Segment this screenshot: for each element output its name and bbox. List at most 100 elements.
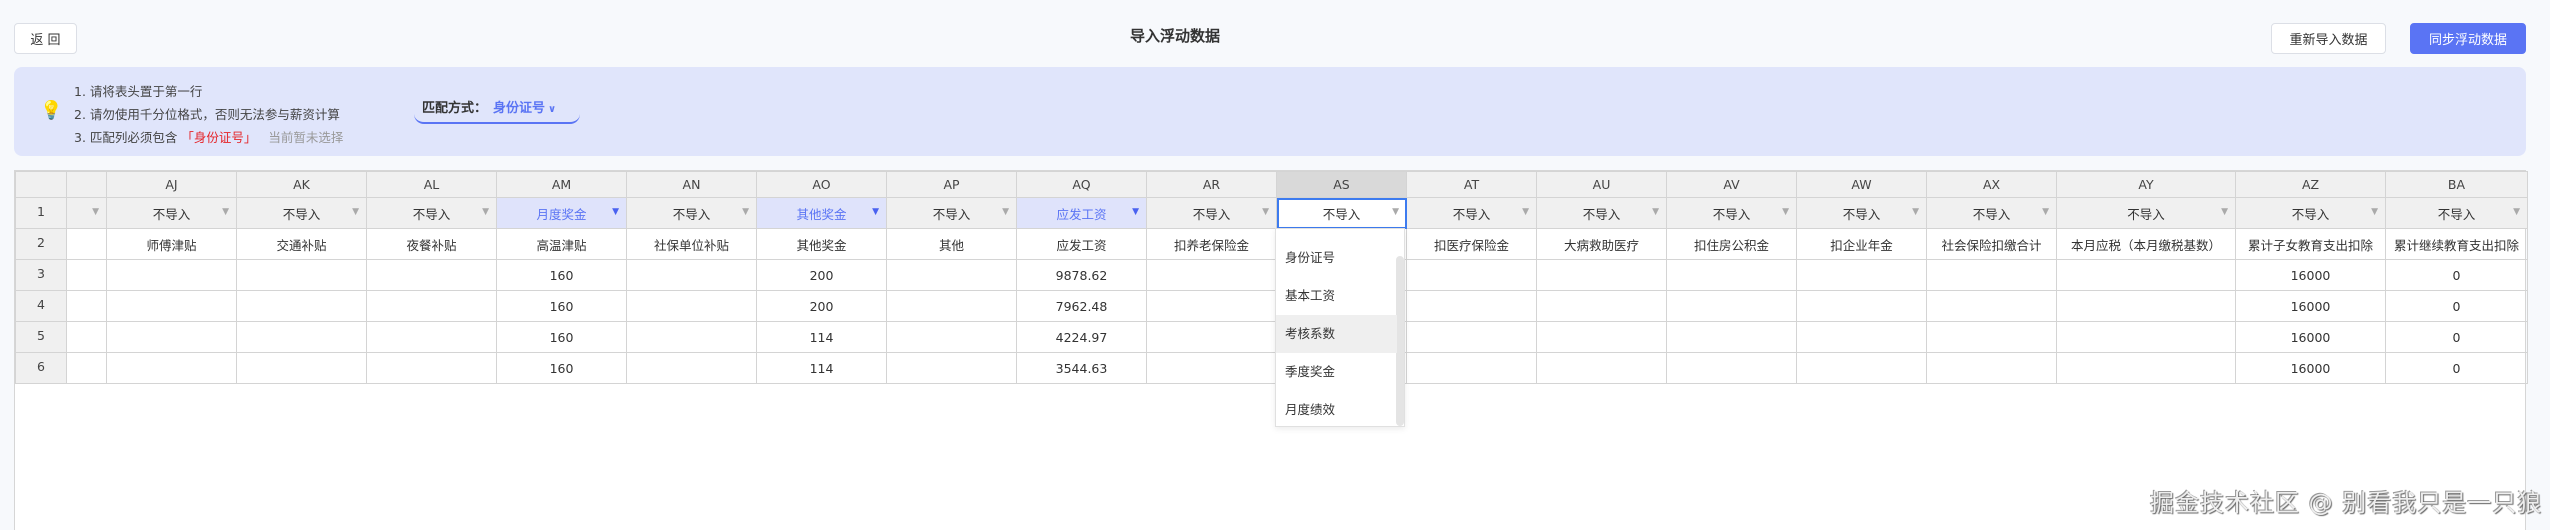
source-header-cell[interactable]: 扣医疗保险金 [1406, 228, 1537, 260]
data-cell[interactable] [1666, 290, 1797, 322]
data-cell[interactable] [1406, 321, 1537, 353]
data-cell[interactable]: 0 [2385, 259, 2528, 291]
source-header-cell[interactable]: 大病救助医疗 [1536, 228, 1667, 260]
data-cell[interactable] [236, 321, 367, 353]
data-cell[interactable] [66, 321, 107, 353]
data-cell[interactable] [1926, 259, 2057, 291]
data-cell[interactable] [1666, 352, 1797, 384]
data-cell[interactable] [2056, 352, 2236, 384]
data-cell[interactable] [1926, 290, 2057, 322]
data-cell[interactable] [106, 259, 237, 291]
data-cell[interactable] [2056, 290, 2236, 322]
data-cell[interactable] [106, 290, 237, 322]
mapping-select-at[interactable]: 不导入 ▼ [1406, 197, 1537, 229]
data-cell[interactable] [1146, 321, 1277, 353]
data-cell[interactable] [626, 352, 757, 384]
data-cell[interactable] [366, 352, 497, 384]
data-cell[interactable] [626, 259, 757, 291]
source-header-cell[interactable]: 高温津贴 [496, 228, 627, 260]
column-letter-as[interactable]: AS [1276, 171, 1407, 198]
data-cell[interactable]: 114 [756, 321, 887, 353]
column-letter-an[interactable]: AN [626, 171, 757, 198]
data-cell[interactable]: 200 [756, 290, 887, 322]
back-button[interactable]: 返 回 [14, 23, 77, 54]
column-letter-ao[interactable]: AO [756, 171, 887, 198]
data-cell[interactable]: 16000 [2235, 290, 2386, 322]
dropdown-option[interactable]: 基本工资 [1276, 277, 1397, 315]
column-letter-ay[interactable]: AY [2056, 171, 2236, 198]
mapping-select-al[interactable]: 不导入 ▼ [366, 197, 497, 229]
data-cell[interactable] [366, 321, 497, 353]
data-cell[interactable]: 160 [496, 321, 627, 353]
data-cell[interactable] [1796, 321, 1927, 353]
column-letter-ar[interactable]: AR [1146, 171, 1277, 198]
data-cell[interactable] [1926, 321, 2057, 353]
data-cell[interactable] [626, 321, 757, 353]
source-header-cell[interactable]: 师傅津贴 [106, 228, 237, 260]
data-cell[interactable] [1796, 290, 1927, 322]
mapping-select-aq[interactable]: 应发工资 ▼ [1016, 197, 1147, 229]
mapping-select-az[interactable]: 不导入 ▼ [2235, 197, 2386, 229]
dropdown-arrow-icon[interactable]: ▼ [1132, 207, 1139, 217]
data-cell[interactable] [1146, 259, 1277, 291]
column-letter-partial[interactable] [66, 171, 107, 198]
data-cell[interactable]: 16000 [2235, 259, 2386, 291]
data-cell[interactable]: 0 [2385, 290, 2528, 322]
data-cell[interactable] [886, 352, 1017, 384]
data-cell[interactable] [236, 352, 367, 384]
column-letter-aw[interactable]: AW [1796, 171, 1927, 198]
mapping-select-as[interactable]: 不导入 ▼ [1276, 197, 1407, 229]
dropdown-arrow-icon[interactable]: ▼ [1002, 207, 1009, 217]
source-header-cell[interactable]: 扣养老保险金 [1146, 228, 1277, 260]
source-header-cell[interactable]: 交通补贴 [236, 228, 367, 260]
data-cell[interactable] [236, 259, 367, 291]
data-cell[interactable] [106, 321, 237, 353]
mapping-select-partial[interactable]: ▼ [66, 197, 107, 229]
data-cell[interactable] [1536, 290, 1667, 322]
dropdown-arrow-icon[interactable]: ▼ [2221, 207, 2228, 217]
data-cell[interactable] [1406, 352, 1537, 384]
mapping-select-au[interactable]: 不导入 ▼ [1536, 197, 1667, 229]
data-cell[interactable]: 160 [496, 259, 627, 291]
dropdown-arrow-icon[interactable]: ▼ [742, 207, 749, 217]
dropdown-option[interactable]: 月度绩效 [1276, 391, 1397, 429]
data-cell[interactable] [66, 352, 107, 384]
data-cell[interactable] [106, 352, 237, 384]
source-header-cell[interactable]: 社会保险扣缴合计 [1926, 228, 2057, 260]
data-cell[interactable] [1146, 290, 1277, 322]
source-header-cell[interactable]: 其他 [886, 228, 1017, 260]
column-letter-am[interactable]: AM [496, 171, 627, 198]
dropdown-arrow-icon[interactable]: ▼ [612, 207, 619, 217]
source-header-cell[interactable]: 累计继续教育支出扣除 [2385, 228, 2528, 260]
data-cell[interactable]: 4224.97 [1016, 321, 1147, 353]
reimport-data-button[interactable]: 重新导入数据 [2271, 23, 2386, 54]
data-cell[interactable]: 160 [496, 290, 627, 322]
mapping-select-ak[interactable]: 不导入 ▼ [236, 197, 367, 229]
data-cell[interactable] [1666, 321, 1797, 353]
dropdown-arrow-icon[interactable]: ▼ [2042, 207, 2049, 217]
dropdown-arrow-icon[interactable]: ▼ [92, 207, 99, 217]
data-cell[interactable]: 0 [2385, 352, 2528, 384]
data-cell[interactable] [1536, 321, 1667, 353]
data-cell[interactable]: 200 [756, 259, 887, 291]
data-cell[interactable] [366, 290, 497, 322]
dropdown-arrow-icon[interactable]: ▼ [1912, 207, 1919, 217]
dropdown-arrow-icon[interactable]: ▼ [2513, 207, 2520, 217]
mapping-select-an[interactable]: 不导入 ▼ [626, 197, 757, 229]
data-cell[interactable] [1536, 259, 1667, 291]
data-cell[interactable] [886, 290, 1017, 322]
match-method-select[interactable]: 匹配方式： 身份证号 ∨ [414, 67, 580, 124]
mapping-select-aw[interactable]: 不导入 ▼ [1796, 197, 1927, 229]
mapping-select-aj[interactable]: 不导入 ▼ [106, 197, 237, 229]
column-letter-au[interactable]: AU [1536, 171, 1667, 198]
data-cell[interactable] [1406, 259, 1537, 291]
column-letter-av[interactable]: AV [1666, 171, 1797, 198]
column-letter-at[interactable]: AT [1406, 171, 1537, 198]
dropdown-option[interactable]: 季度奖金 [1276, 353, 1397, 391]
mapping-select-ba[interactable]: 不导入 ▼ [2385, 197, 2528, 229]
source-header-cell[interactable]: 累计子女教育支出扣除 [2235, 228, 2386, 260]
chevron-down-icon[interactable]: ∨ [548, 104, 556, 115]
dropdown-arrow-icon[interactable]: ▼ [1782, 207, 1789, 217]
source-header-cell[interactable]: 扣企业年金 [1796, 228, 1927, 260]
column-letter-az[interactable]: AZ [2235, 171, 2386, 198]
